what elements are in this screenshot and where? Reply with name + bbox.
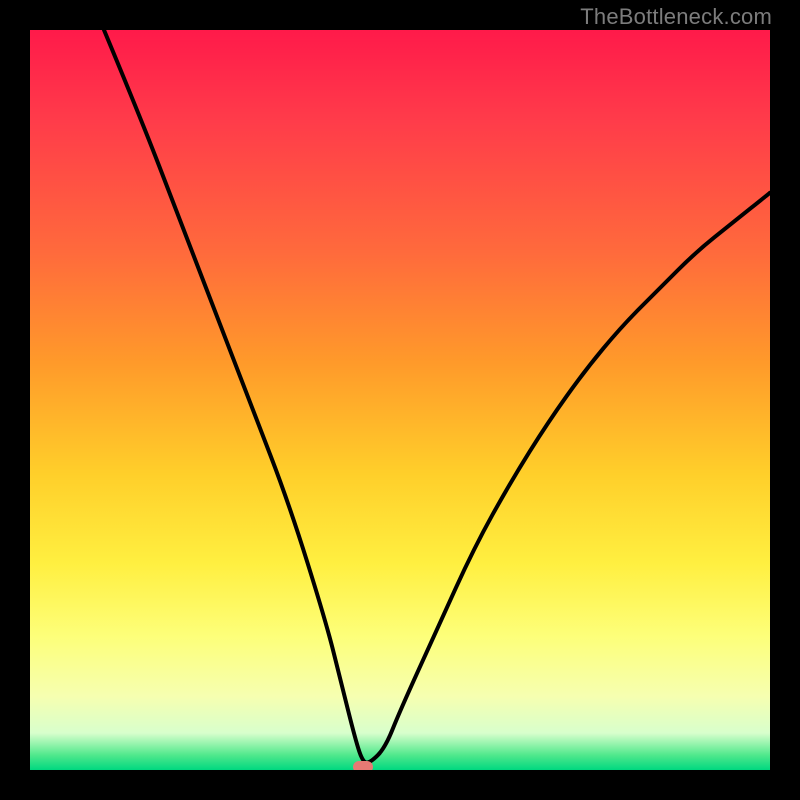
chart-frame: TheBottleneck.com bbox=[0, 0, 800, 800]
curve-layer bbox=[30, 30, 770, 770]
min-marker bbox=[353, 761, 373, 770]
plot-area bbox=[30, 30, 770, 770]
bottleneck-curve bbox=[104, 30, 770, 763]
watermark-text: TheBottleneck.com bbox=[580, 4, 772, 30]
